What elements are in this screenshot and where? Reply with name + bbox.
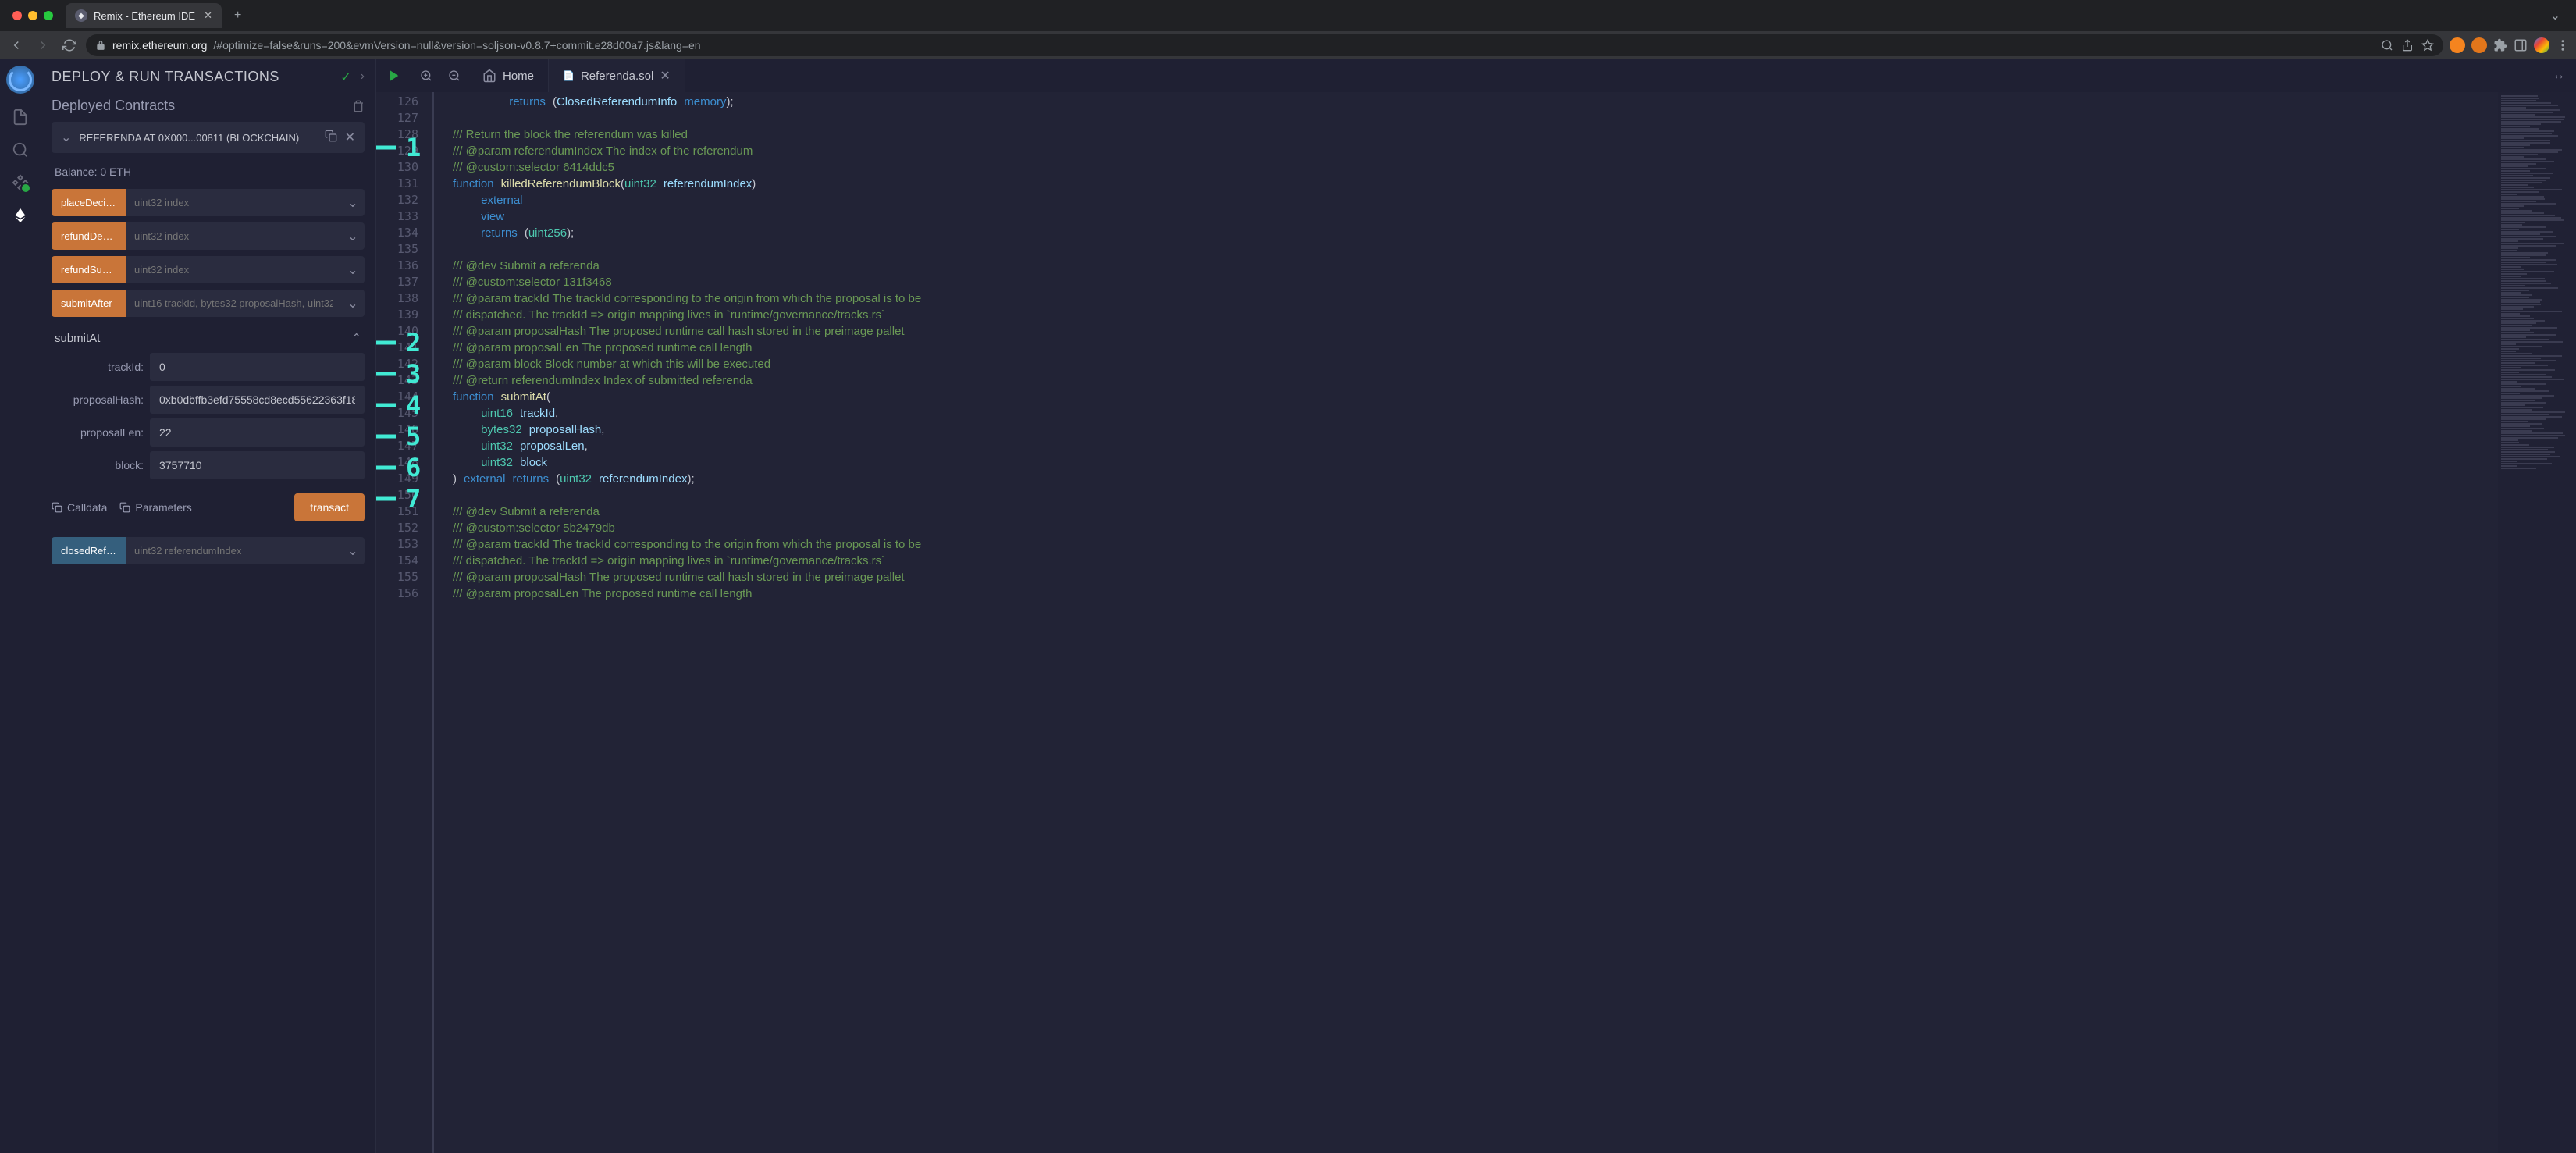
expand-contract-icon[interactable]: ⌄	[61, 130, 71, 145]
param-label-0: trackId:	[52, 361, 144, 373]
trash-icon[interactable]	[352, 100, 365, 112]
maximize-window-icon[interactable]	[44, 11, 53, 20]
star-icon[interactable]	[2421, 39, 2434, 52]
transact-button[interactable]: transact	[294, 493, 365, 521]
check-icon: ✓	[340, 69, 350, 85]
compiler-icon[interactable]	[11, 173, 30, 192]
function-input-closedreferendum[interactable]	[126, 537, 341, 564]
copy-icon	[52, 502, 62, 513]
balance-text: Balance: 0 ETH	[52, 159, 365, 189]
url-path: /#optimize=false&runs=200&evmVersion=nul…	[213, 39, 700, 52]
copy-calldata-button[interactable]: Calldata	[52, 501, 107, 514]
expanded-function-name: submitAt	[55, 332, 100, 345]
file-explorer-icon[interactable]	[11, 108, 30, 126]
reload-button[interactable]	[59, 35, 80, 55]
expand-function-icon[interactable]: ⌄	[341, 256, 365, 283]
line-gutter: 126 127 128 129 130 131 132 133 134 135 …	[376, 92, 432, 1153]
param-input-3[interactable]	[150, 451, 365, 479]
param-input-1[interactable]	[150, 386, 365, 414]
contract-instance-row[interactable]: ⌄ REFERENDA AT 0X000...00811 (BLOCKCHAIN…	[52, 122, 365, 153]
minimize-window-icon[interactable]	[28, 11, 37, 20]
param-label-1: proposalHash:	[52, 393, 144, 406]
home-icon	[482, 69, 496, 83]
param-input-0[interactable]	[150, 353, 365, 381]
zoom-icon[interactable]	[2381, 39, 2393, 52]
extension-metamask-icon[interactable]	[2471, 37, 2487, 53]
profile-avatar-icon[interactable]	[2534, 37, 2549, 53]
minimap[interactable]	[2498, 92, 2576, 1153]
copy-icon	[119, 502, 130, 513]
param-label-3: block:	[52, 459, 144, 472]
code-editor[interactable]: returns (ClosedReferendumInfo memory); /…	[432, 92, 2498, 1153]
url-domain: remix.ethereum.org	[112, 39, 207, 52]
copy-address-icon[interactable]	[325, 130, 337, 145]
document-icon: 📄	[563, 70, 575, 81]
forward-button[interactable]	[33, 35, 53, 55]
expand-editor-icon[interactable]: ↔	[2542, 69, 2576, 83]
function-button-closedreferendum[interactable]: closedReferen	[52, 537, 126, 564]
remix-logo-icon[interactable]	[6, 66, 34, 94]
window-controls	[6, 11, 59, 20]
remove-contract-icon[interactable]: ✕	[345, 130, 355, 145]
param-label-2: proposalLen:	[52, 426, 144, 439]
close-window-icon[interactable]	[12, 11, 22, 20]
copy-parameters-button[interactable]: Parameters	[119, 501, 191, 514]
tabs-dropdown-icon[interactable]: ⌄	[2541, 5, 2570, 27]
expand-function-icon[interactable]: ⌄	[341, 222, 365, 250]
contract-name: REFERENDA AT 0X000...00811 (BLOCKCHAIN)	[79, 132, 316, 144]
function-button-0[interactable]: placeDecision	[52, 189, 126, 216]
function-button-1[interactable]: refundDecision	[52, 222, 126, 250]
panel-title: DEPLOY & RUN TRANSACTIONS	[52, 69, 279, 85]
collapse-function-icon[interactable]: ⌃	[351, 331, 361, 345]
sidebar-toggle-icon[interactable]	[2514, 38, 2528, 52]
tab-favicon-icon: ◆	[75, 9, 87, 22]
function-input-2[interactable]	[126, 256, 341, 283]
extension-icon-1[interactable]	[2450, 37, 2465, 53]
new-tab-button[interactable]: +	[228, 5, 247, 26]
deployed-contracts-heading: Deployed Contracts	[52, 98, 175, 114]
lock-icon	[95, 40, 106, 51]
extensions-icon[interactable]	[2493, 38, 2507, 52]
function-button-2[interactable]: refundSubmiss	[52, 256, 126, 283]
share-icon[interactable]	[2401, 39, 2414, 52]
zoom-out-icon[interactable]	[440, 69, 468, 82]
back-button[interactable]	[6, 35, 27, 55]
param-input-2[interactable]	[150, 418, 365, 447]
more-menu-icon[interactable]	[2556, 38, 2570, 52]
close-editor-tab-icon[interactable]: ✕	[660, 68, 670, 84]
search-icon[interactable]	[11, 141, 30, 159]
function-input-3[interactable]	[126, 290, 341, 317]
expand-function-icon[interactable]: ⌄	[341, 189, 365, 216]
browser-tab-remix[interactable]: ◆ Remix - Ethereum IDE ✕	[66, 3, 222, 28]
expand-function-icon[interactable]: ⌄	[341, 537, 365, 564]
function-button-3[interactable]: submitAfter	[52, 290, 126, 317]
function-input-0[interactable]	[126, 189, 341, 216]
expand-function-icon[interactable]: ⌄	[341, 290, 365, 317]
url-bar[interactable]: remix.ethereum.org /#optimize=false&runs=…	[86, 34, 2443, 56]
zoom-in-icon[interactable]	[412, 69, 440, 82]
run-script-button[interactable]	[376, 69, 412, 83]
editor-tab-home[interactable]: Home	[468, 59, 549, 92]
editor-tab-referenda[interactable]: 📄 Referenda.sol ✕	[549, 59, 685, 92]
chevron-right-icon[interactable]: ›	[361, 69, 365, 85]
tab-title: Remix - Ethereum IDE	[94, 10, 195, 22]
deploy-run-icon[interactable]	[11, 206, 30, 225]
function-input-1[interactable]	[126, 222, 341, 250]
close-tab-icon[interactable]: ✕	[204, 9, 212, 22]
